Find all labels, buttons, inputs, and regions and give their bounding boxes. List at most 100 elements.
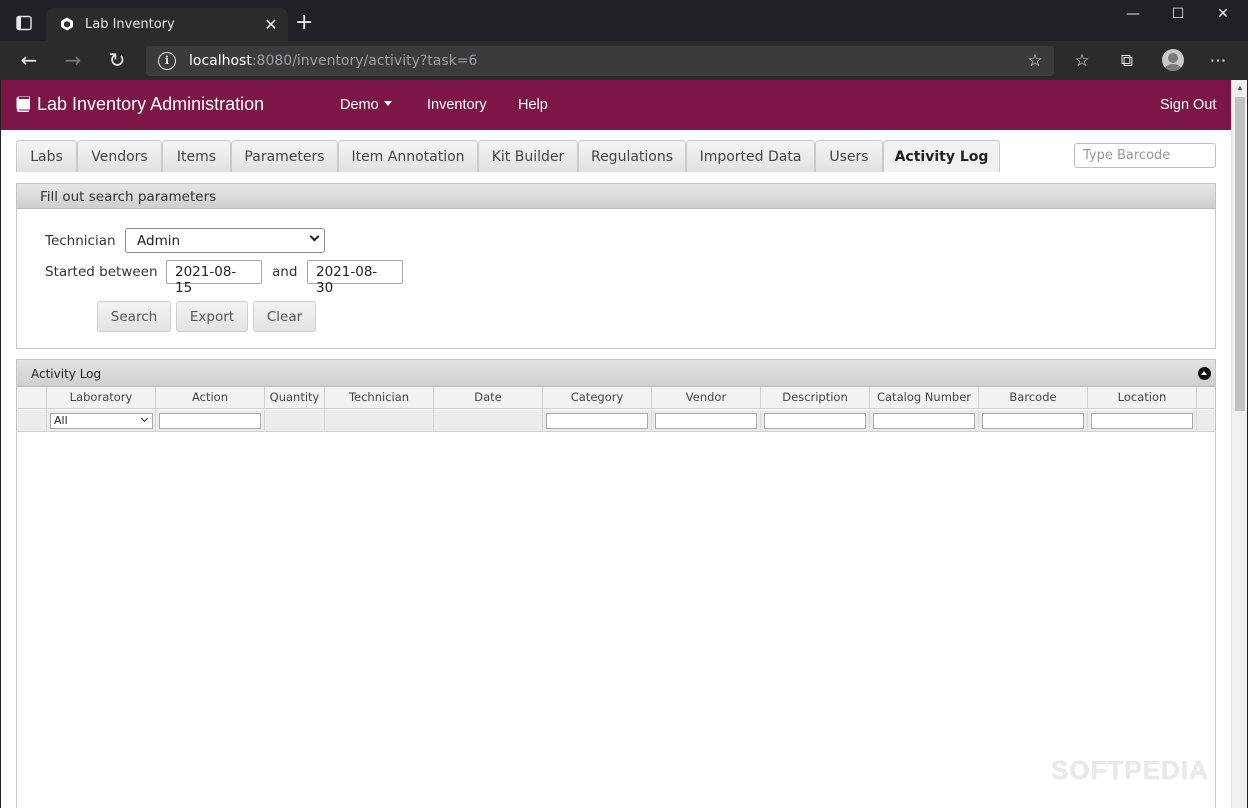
row-number-header <box>17 387 47 409</box>
app-header: Lab Inventory Administration Demo Invent… <box>1 80 1231 130</box>
technician-select-value: Admin <box>137 233 181 249</box>
demo-menu[interactable]: Demo <box>340 97 392 113</box>
tab-actions-icon[interactable] <box>16 15 32 31</box>
export-button[interactable]: Export <box>176 301 248 332</box>
clear-button[interactable]: Clear <box>253 301 316 332</box>
grid-column-headers: Laboratory Action Quantity Technician Da… <box>17 387 1215 409</box>
collapse-icon[interactable] <box>1198 367 1211 380</box>
chevron-down-icon <box>140 414 149 423</box>
url-text[interactable]: localhost:8080/inventory/activity?task=6 <box>189 53 477 69</box>
browser-window: Lab Inventory ✕ + — ☐ ✕ ← → ↻ i localhos… <box>0 0 1248 808</box>
grid-filter-row: All <box>17 410 1215 432</box>
tab-users[interactable]: Users <box>815 140 883 172</box>
tab-imported-data[interactable]: Imported Data <box>686 140 815 172</box>
vendor-filter-input[interactable] <box>655 413 757 429</box>
filter-cell-location <box>1088 410 1197 432</box>
tab-regulations[interactable]: Regulations <box>578 140 686 172</box>
scroll-up-icon[interactable]: ▲ <box>1232 80 1247 96</box>
caret-down-icon <box>383 101 392 106</box>
filter-cell-vendor <box>652 410 761 432</box>
started-between-label: Started between <box>45 264 158 280</box>
filter-cell-catalog-number <box>870 410 979 432</box>
date-to-input[interactable]: 2021-08-30 <box>307 260 403 296</box>
filter-cell-barcode <box>979 410 1088 432</box>
filter-cell-action <box>156 410 265 432</box>
date-from-input[interactable]: 2021-08-15 <box>166 260 262 296</box>
book-icon <box>16 96 30 112</box>
browser-tab-strip: Lab Inventory ✕ + — ☐ ✕ <box>0 0 1248 41</box>
browser-toolbar: ← → ↻ i localhost:8080/inventory/activit… <box>0 41 1248 80</box>
tab-item-annotation[interactable]: Item Annotation <box>338 140 478 172</box>
help-link[interactable]: Help <box>518 97 548 113</box>
and-label: and <box>272 264 298 280</box>
technician-select[interactable]: Admin <box>125 228 325 253</box>
filter-cell-category <box>543 410 652 432</box>
column-header-laboratory[interactable]: Laboratory <box>47 387 156 409</box>
grid-header: Activity Log <box>17 360 1215 387</box>
column-header-location[interactable]: Location <box>1088 387 1197 409</box>
add-favorite-icon[interactable]: ☆ <box>1024 50 1046 72</box>
category-filter-input[interactable] <box>546 413 648 429</box>
browser-tab-title: Lab Inventory <box>85 17 175 32</box>
search-panel-title: Fill out search parameters <box>40 189 217 205</box>
collections-icon[interactable]: ⧉ <box>1116 50 1138 72</box>
brand-title: Lab Inventory Administration <box>37 94 265 114</box>
app-favicon-icon <box>61 17 73 31</box>
new-tab-icon[interactable]: + <box>295 12 313 34</box>
page-viewport: Lab Inventory Administration Demo Invent… <box>1 80 1247 808</box>
tab-kit-builder[interactable]: Kit Builder <box>478 140 578 172</box>
description-filter-input[interactable] <box>764 413 866 429</box>
laboratory-filter-value: All <box>54 414 68 427</box>
tab-labs[interactable]: Labs <box>16 140 77 172</box>
close-tab-icon[interactable]: ✕ <box>262 15 280 34</box>
reload-icon[interactable]: ↻ <box>105 49 129 73</box>
maximize-icon[interactable]: ☐ <box>1163 6 1193 26</box>
chevron-down-icon <box>309 231 320 242</box>
barcode-filter-input[interactable] <box>982 413 1084 429</box>
site-info-icon[interactable]: i <box>158 52 176 70</box>
address-bar[interactable]: i localhost:8080/inventory/activity?task… <box>146 46 1054 76</box>
column-header-catalog-number[interactable]: Catalog Number <box>870 387 979 409</box>
softpedia-watermark: SOFTPEDIA <box>1051 755 1209 785</box>
forward-icon[interactable]: → <box>61 49 85 73</box>
column-header-barcode[interactable]: Barcode <box>979 387 1088 409</box>
column-header-description[interactable]: Description <box>761 387 870 409</box>
minimize-icon[interactable]: — <box>1118 6 1148 26</box>
app-brand[interactable]: Lab Inventory Administration <box>16 94 264 115</box>
more-menu-icon[interactable]: ⋯ <box>1207 50 1229 72</box>
tab-items[interactable]: Items <box>162 140 231 172</box>
back-icon[interactable]: ← <box>17 49 41 73</box>
laboratory-filter-select[interactable]: All <box>50 413 153 429</box>
filter-cell-date <box>434 410 543 432</box>
location-filter-input[interactable] <box>1091 413 1193 429</box>
filter-cell-technician <box>325 410 434 432</box>
column-header-quantity[interactable]: Quantity <box>265 387 325 409</box>
filter-cell-description <box>761 410 870 432</box>
activity-log-grid: Activity Log Laboratory Action Quantity … <box>16 359 1216 808</box>
action-filter-input[interactable] <box>159 413 261 429</box>
page-scrollbar[interactable]: ▲ <box>1231 80 1247 808</box>
column-header-date[interactable]: Date <box>434 387 543 409</box>
scroll-thumb[interactable] <box>1235 97 1245 411</box>
close-window-icon[interactable]: ✕ <box>1208 6 1238 26</box>
search-button[interactable]: Search <box>97 301 171 332</box>
tab-activity-log[interactable]: Activity Log <box>883 140 1000 172</box>
filter-cell-rownum <box>17 410 47 432</box>
column-header-vendor[interactable]: Vendor <box>652 387 761 409</box>
sign-out-link[interactable]: Sign Out <box>1160 97 1216 113</box>
technician-label: Technician <box>45 233 116 249</box>
catalog-number-filter-input[interactable] <box>873 413 975 429</box>
search-panel: Fill out search parameters Technician Ad… <box>16 183 1216 349</box>
barcode-input[interactable]: Type Barcode <box>1074 143 1216 168</box>
browser-tab[interactable]: Lab Inventory ✕ <box>46 8 288 41</box>
filter-cell-laboratory: All <box>47 410 156 432</box>
inventory-link[interactable]: Inventory <box>427 97 487 113</box>
profile-avatar[interactable] <box>1162 49 1184 71</box>
column-header-category[interactable]: Category <box>543 387 652 409</box>
column-header-technician[interactable]: Technician <box>325 387 434 409</box>
search-panel-header: Fill out search parameters <box>17 184 1215 209</box>
favorites-icon[interactable]: ☆ <box>1071 50 1093 72</box>
tab-parameters[interactable]: Parameters <box>231 140 338 172</box>
tab-vendors[interactable]: Vendors <box>77 140 162 172</box>
column-header-action[interactable]: Action <box>156 387 265 409</box>
